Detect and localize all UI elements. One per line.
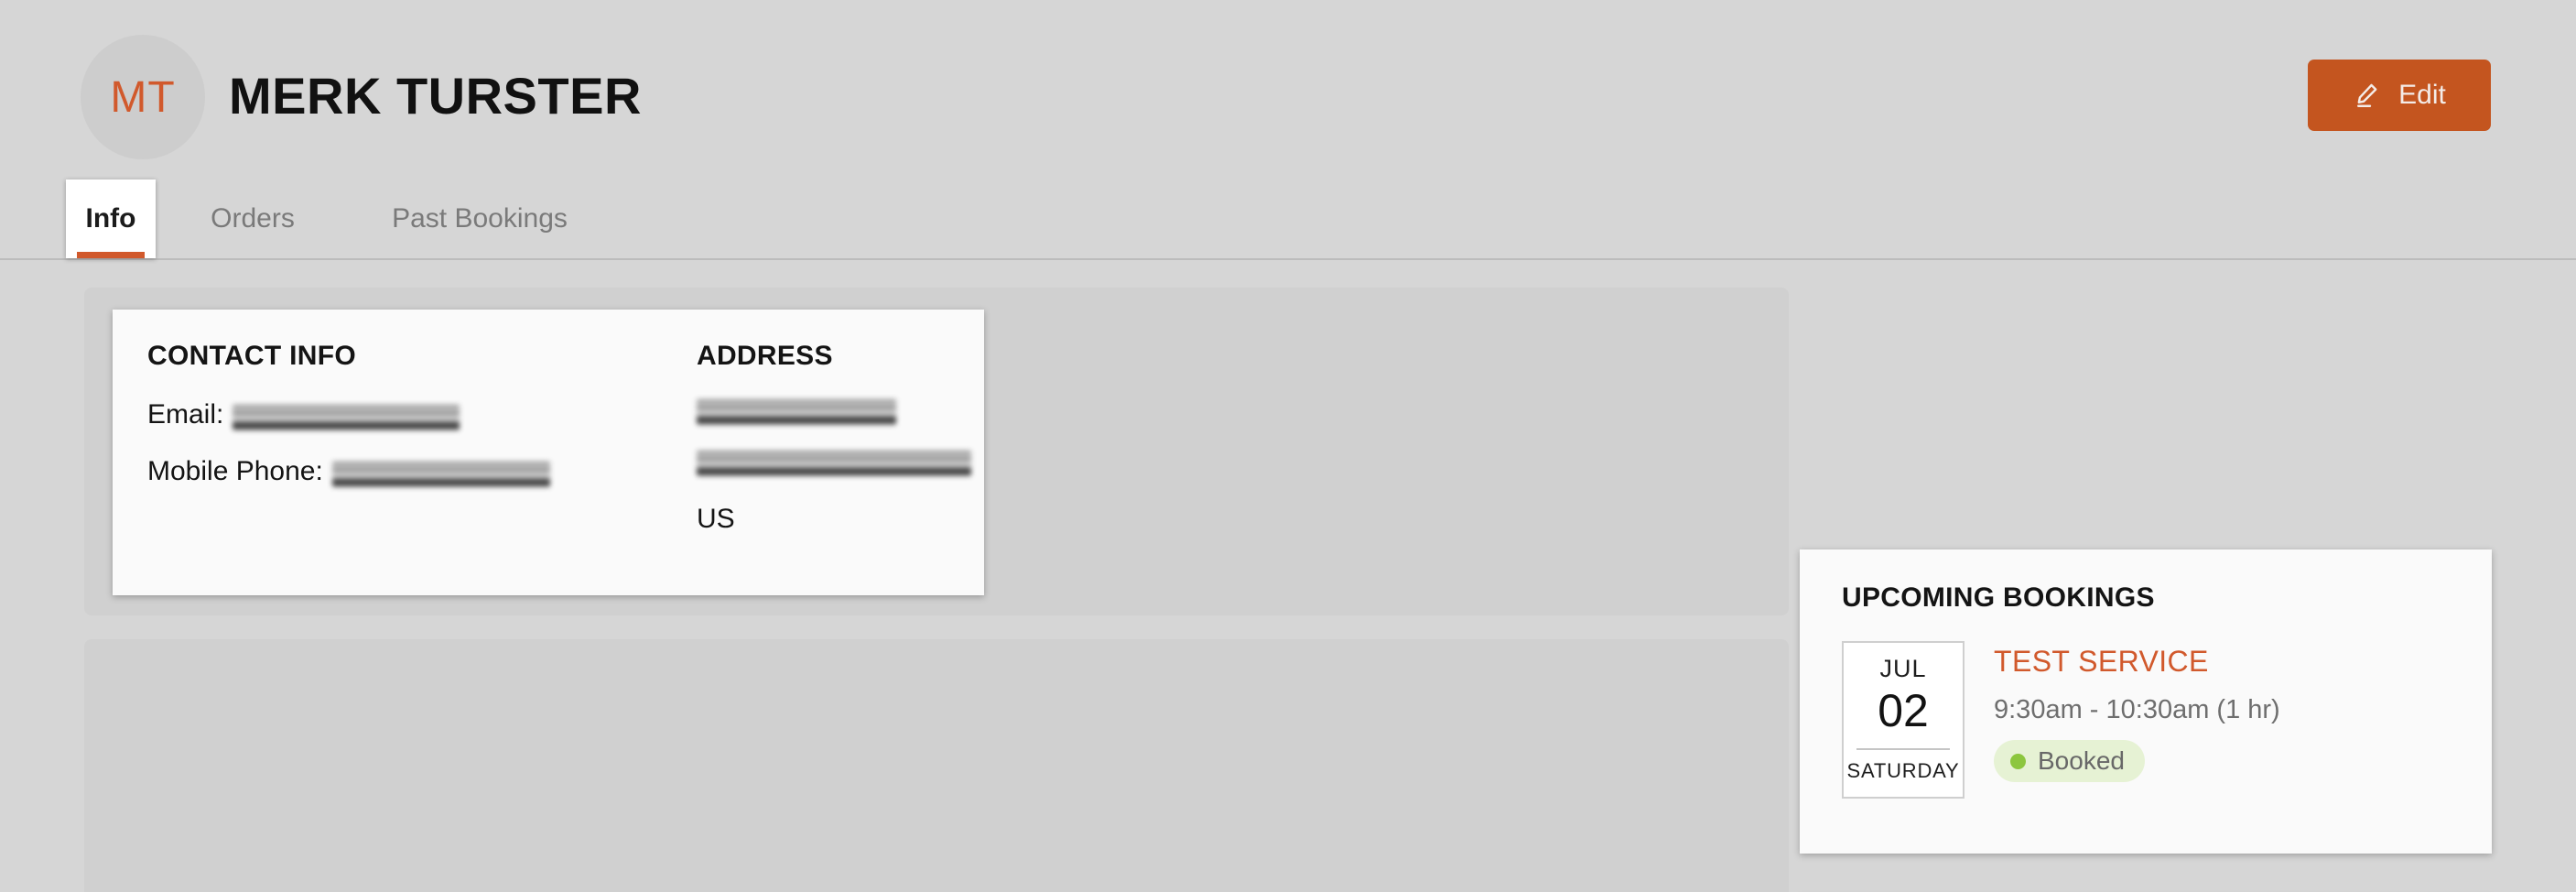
booking-time: 9:30am - 10:30am (1 hr) [1994,695,2280,724]
email-label: Email: [147,399,224,430]
tab-info-label: Info [85,203,136,234]
tab-info[interactable]: Info [66,179,156,258]
booking-item[interactable]: JUL 02 SATURDAY TEST SERVICE 9:30am - 10… [1842,641,2450,799]
client-detail-page: MT MERK TURSTER Edit Info Orders Past Bo… [0,0,2576,892]
edit-button[interactable]: Edit [2308,60,2491,131]
status-label: Booked [2038,746,2125,775]
status-dot-icon [2010,753,2026,769]
contact-info-heading: CONTACT INFO [147,341,357,371]
page-title: MERK TURSTER [229,67,642,125]
address-line-2 [697,451,999,476]
avatar: MT [81,35,205,159]
address-country: US [697,504,735,534]
upcoming-bookings-heading: UPCOMING BOOKINGS [1842,582,2155,613]
date-divider [1856,748,1950,751]
address-line-2-redacted [697,451,971,476]
booking-month: JUL [1879,655,1927,682]
upcoming-bookings-card: UPCOMING BOOKINGS JUL 02 SATURDAY TEST S… [1800,549,2492,854]
tab-orders[interactable]: Orders [179,179,326,258]
main-content: CONTACT INFO Email: Mobile Phone: ADDRES… [0,262,2576,892]
tab-bar: Info Orders Past Bookings [0,179,2576,260]
contact-info-card: CONTACT INFO Email: Mobile Phone: ADDRES… [113,310,984,595]
address-heading: ADDRESS [697,341,833,371]
email-value-redacted [233,405,460,430]
booking-weekday: SATURDAY [1846,759,1960,783]
booking-details: TEST SERVICE 9:30am - 10:30am (1 hr) Boo… [1994,641,2280,782]
notes-panel [84,639,1789,892]
contact-info-column: CONTACT INFO Email: Mobile Phone: [147,341,678,487]
phone-row: Mobile Phone: [147,456,678,487]
tab-past-bookings[interactable]: Past Bookings [352,179,608,258]
avatar-initials: MT [110,72,176,122]
address-line-1 [697,399,999,425]
address-line-1-redacted [697,399,896,425]
tab-past-bookings-label: Past Bookings [392,203,568,234]
booking-date-box: JUL 02 SATURDAY [1842,641,1964,799]
mobile-phone-value-redacted [331,462,550,487]
tab-orders-label: Orders [211,203,295,234]
status-badge: Booked [1994,740,2145,782]
booking-service-link[interactable]: TEST SERVICE [1994,645,2280,679]
booking-day: 02 [1878,684,1929,736]
email-row: Email: [147,399,678,430]
page-header: MT MERK TURSTER Edit [0,0,2576,185]
address-column: ADDRESS US [697,341,999,535]
pencil-icon [2353,80,2384,111]
mobile-phone-label: Mobile Phone: [147,456,323,486]
edit-button-label: Edit [2398,80,2446,110]
